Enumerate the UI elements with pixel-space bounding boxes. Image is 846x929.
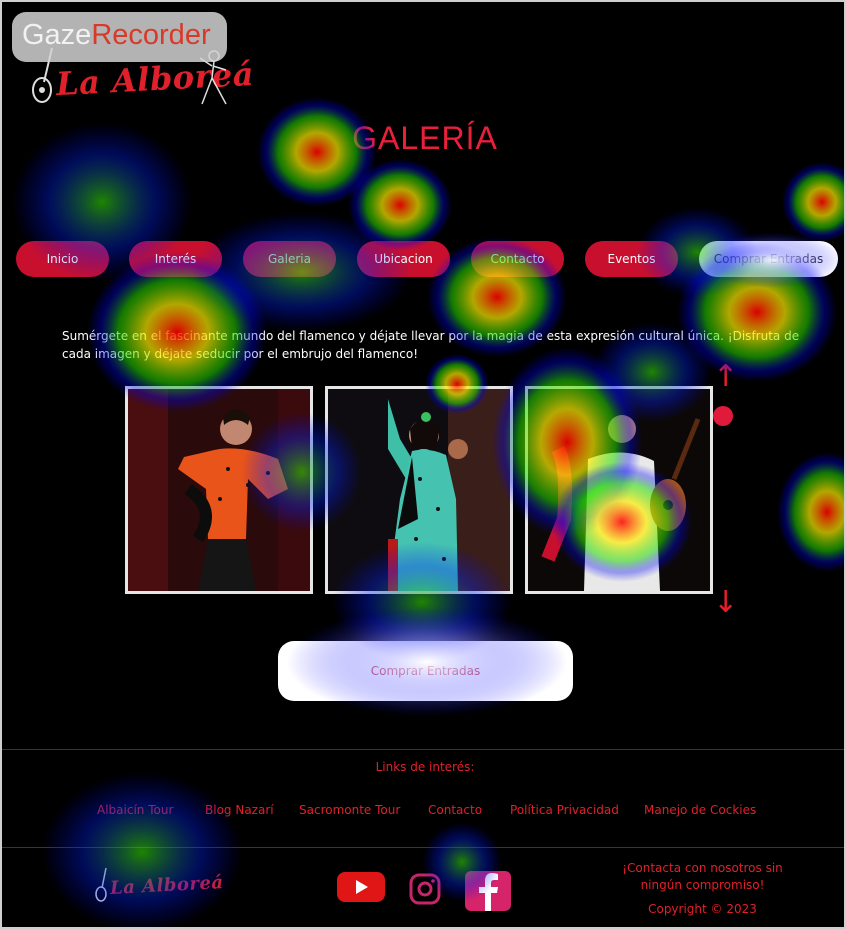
youtube-icon[interactable]: [337, 870, 385, 908]
photo-guitarist[interactable]: [525, 386, 713, 594]
scroll-up-icon[interactable]: ↑: [713, 362, 738, 392]
nav-eventos[interactable]: Eventos: [585, 241, 678, 277]
footer-logo-text: La Alboreá: [109, 872, 225, 899]
intro-text: Sumérgete en el fascinante mundo del fla…: [62, 329, 800, 361]
footer-copyright: Copyright © 2023: [648, 902, 757, 916]
nav-inicio[interactable]: Inicio: [16, 241, 109, 277]
photo-dancer-turquoise[interactable]: [325, 386, 513, 594]
buy-tickets-button[interactable]: Comprar Entradas: [278, 641, 573, 701]
footer-link-albaicin[interactable]: Albaicín Tour: [97, 803, 173, 817]
footer-link-privacidad[interactable]: Política Privacidad: [510, 803, 619, 817]
footer-link-contacto[interactable]: Contacto: [428, 803, 482, 817]
footer-divider-top: [2, 749, 844, 750]
footer-link-sacromonte[interactable]: Sacromonte Tour: [299, 803, 400, 817]
watermark-part2: Recorder: [91, 19, 211, 51]
footer-link-cookies[interactable]: Manejo de Cockies: [644, 803, 756, 817]
nav-contacto[interactable]: Contacto: [471, 241, 564, 277]
instagram-icon[interactable]: [409, 873, 441, 909]
watermark-part1: Gaze: [22, 19, 92, 51]
page-title: GALERÍA: [352, 120, 498, 156]
footer-links-title: Links de interés:: [375, 760, 475, 774]
footer-link-blog[interactable]: Blog Nazarí: [205, 803, 274, 817]
nav-comprar-entradas[interactable]: Comprar Entradas: [699, 241, 838, 277]
gazerecorder-watermark: GazeRecorder: [12, 12, 227, 62]
main-nav: Inicio Interés Galeria Ubicacion Contact…: [16, 241, 838, 277]
facebook-icon[interactable]: [465, 871, 511, 915]
nav-ubicacion[interactable]: Ubicacion: [357, 241, 450, 277]
nav-interes[interactable]: Interés: [129, 241, 222, 277]
scroll-thumb[interactable]: [713, 406, 733, 426]
scroll-down-icon[interactable]: ↓: [713, 588, 738, 618]
page-frame: La Alboreá GALERÍA Inicio Interés Galeri…: [0, 0, 846, 929]
footer-contact-text: ¡Contacta con nosotros sin ningún compro…: [622, 861, 783, 892]
photo-dancer-red[interactable]: [125, 386, 313, 594]
footer-logo[interactable]: La Alboreá: [94, 866, 224, 906]
nav-galeria[interactable]: Galeria: [243, 241, 336, 277]
footer-divider-bottom: [2, 847, 844, 848]
